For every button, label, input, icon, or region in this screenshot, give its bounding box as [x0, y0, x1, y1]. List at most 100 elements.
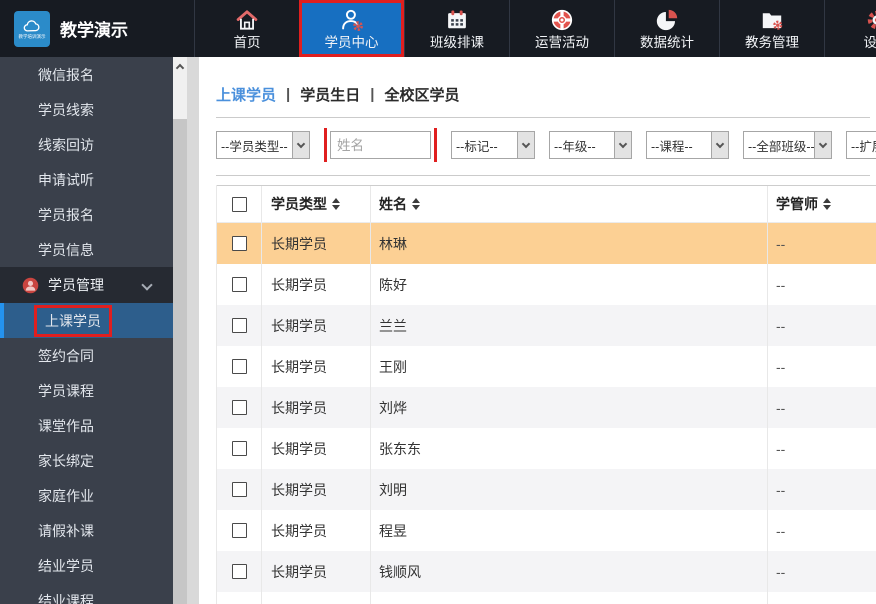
sidebar-item-homework[interactable]: 家庭作业 — [0, 478, 173, 513]
row-cell-manager: -- — [768, 305, 876, 346]
main-content: 上课学员|学员生日|全校区学员 --学员类型----标记----年级----课程… — [199, 57, 876, 604]
sidebar-item-student-signup[interactable]: 学员报名 — [0, 197, 173, 232]
chevron-down-icon — [618, 139, 628, 149]
sidebar-item-contracts[interactable]: 签约合同 — [0, 338, 173, 373]
table-row-partial — [217, 592, 876, 604]
nav-item-class-scheduling[interactable]: 班级排课 — [404, 0, 509, 57]
table-row[interactable]: 长期学员 林琳 -- — [217, 223, 876, 264]
filter-select-class[interactable]: --全部班级-- — [743, 131, 832, 159]
filter-select-tag[interactable]: --标记-- — [451, 131, 535, 159]
tab-separator: | — [370, 85, 375, 103]
sidebar-item-student-info[interactable]: 学员信息 — [0, 232, 173, 267]
header-cell-name[interactable]: 姓名 — [371, 186, 768, 222]
header-cell-manager[interactable]: 学管师 — [768, 186, 876, 222]
scrollbar-thumb[interactable] — [173, 119, 187, 604]
row-cell-type: 长期学员 — [262, 387, 371, 428]
folder-gear-icon — [759, 6, 785, 33]
filter-select-grade[interactable]: --年级-- — [549, 131, 632, 159]
row-cell-manager: -- — [768, 510, 876, 551]
filter-select-extend[interactable]: --扩展-- — [846, 131, 876, 159]
row-cell-manager: -- — [768, 551, 876, 592]
sidebar-item-label: 上课学员 — [34, 304, 112, 337]
chevron-up-icon — [175, 63, 185, 72]
nav-item-home[interactable]: 首页 — [194, 0, 299, 57]
row-checkbox[interactable] — [231, 482, 247, 497]
row-cell-type: 长期学员 — [262, 510, 371, 551]
sidebar-item-student-courses[interactable]: 学员课程 — [0, 373, 173, 408]
row-cell-type: 长期学员 — [262, 551, 371, 592]
nav-item-label: 首页 — [233, 35, 261, 50]
row-checkbox[interactable] — [231, 564, 247, 579]
sidebar-scrollbar[interactable] — [173, 57, 187, 604]
sidebar-item-finished-courses[interactable]: 结业课程 — [0, 583, 173, 604]
sidebar-item-leave-makeup[interactable]: 请假补课 — [0, 513, 173, 548]
chevron-down-icon — [818, 139, 828, 149]
row-cell-checkbox — [217, 387, 262, 428]
dropdown-arrow-button[interactable] — [292, 132, 309, 158]
row-checkbox[interactable] — [231, 359, 247, 374]
sidebar-group-student-management[interactable]: 学员管理 — [0, 267, 173, 303]
sidebar-item-graduated-students[interactable]: 结业学员 — [0, 548, 173, 583]
nav-item-settings[interactable]: 设置 — [824, 0, 876, 57]
tab-attending-students[interactable]: 上课学员 — [216, 84, 276, 105]
nav-item-student-center[interactable]: 学员中心 — [299, 0, 404, 57]
filter-select-course[interactable]: --课程-- — [646, 131, 729, 159]
calendar-icon — [444, 6, 470, 33]
row-cell-manager: -- — [768, 469, 876, 510]
filter-select-value: --学员类型-- — [221, 139, 288, 154]
nav-item-data-stats[interactable]: 数据统计 — [614, 0, 719, 57]
divider-bottom — [216, 175, 870, 176]
tab-separator: | — [286, 85, 291, 103]
nav-item-operations[interactable]: 运营活动 — [509, 0, 614, 57]
dropdown-arrow-button[interactable] — [814, 132, 831, 158]
sidebar: 微信报名 学员线索 线索回访 申请试听 学员报名 学员信息 学员管理 上课学员 签约合同 学员课程… — [0, 57, 173, 604]
table-row[interactable]: 长期学员 陈好 -- — [217, 264, 876, 305]
filter-input-name[interactable] — [330, 131, 431, 159]
tab-all-campus-students[interactable]: 全校区学员 — [384, 84, 459, 105]
table-row[interactable]: 长期学员 刘明 -- — [217, 469, 876, 510]
row-cell-checkbox — [217, 305, 262, 346]
row-checkbox[interactable] — [231, 523, 247, 538]
nav-item-academic-admin[interactable]: 教务管理 — [719, 0, 824, 57]
sidebar-item-student-leads[interactable]: 学员线索 — [0, 92, 173, 127]
column-label: 学管师 — [776, 196, 818, 212]
row-checkbox[interactable] — [231, 400, 247, 415]
row-checkbox[interactable] — [231, 441, 247, 456]
table-row[interactable]: 长期学员 兰兰 -- — [217, 305, 876, 346]
tab-student-birthday[interactable]: 学员生日 — [300, 84, 360, 105]
lifebuoy-icon — [549, 6, 575, 33]
table-row[interactable]: 长期学员 钱顺风 -- — [217, 551, 876, 592]
sidebar-item-wechat-signup[interactable]: 微信报名 — [0, 57, 173, 92]
row-cell-checkbox — [217, 264, 262, 305]
row-cell-type: 长期学员 — [262, 428, 371, 469]
home-icon — [234, 6, 260, 33]
sidebar-item-attending-students[interactable]: 上课学员 — [0, 303, 173, 338]
app-title: 教学演示 — [60, 21, 128, 40]
table-row[interactable]: 长期学员 刘烨 -- — [217, 387, 876, 428]
table-row[interactable]: 长期学员 王刚 -- — [217, 346, 876, 387]
header-cell-type[interactable]: 学员类型 — [262, 186, 371, 222]
filter-select-student-type[interactable]: --学员类型-- — [216, 131, 310, 159]
dropdown-arrow-button[interactable] — [517, 132, 534, 158]
sidebar-item-class-works[interactable]: 课堂作品 — [0, 408, 173, 443]
row-checkbox[interactable] — [231, 236, 247, 251]
table-row[interactable]: 长期学员 程昱 -- — [217, 510, 876, 551]
row-cell-manager: -- — [768, 387, 876, 428]
gear-icon — [864, 6, 876, 33]
row-checkbox[interactable] — [231, 318, 247, 333]
dropdown-arrow-button[interactable] — [614, 132, 631, 158]
nav-item-label: 数据统计 — [640, 35, 694, 50]
sidebar-item-parent-binding[interactable]: 家长绑定 — [0, 443, 173, 478]
scroll-up-button[interactable] — [173, 57, 187, 75]
row-cell-manager — [768, 592, 876, 604]
filter-select-value: --扩展-- — [851, 139, 876, 154]
sidebar-item-trial-request[interactable]: 申请试听 — [0, 162, 173, 197]
dropdown-arrow-button[interactable] — [711, 132, 728, 158]
table-row[interactable]: 长期学员 张东东 -- — [217, 428, 876, 469]
piechart-icon — [654, 6, 680, 33]
filter-input-highlight — [324, 128, 437, 162]
select-all-checkbox[interactable] — [231, 196, 247, 212]
row-cell-manager: -- — [768, 428, 876, 469]
sidebar-item-lead-followup[interactable]: 线索回访 — [0, 127, 173, 162]
row-checkbox[interactable] — [231, 277, 247, 292]
